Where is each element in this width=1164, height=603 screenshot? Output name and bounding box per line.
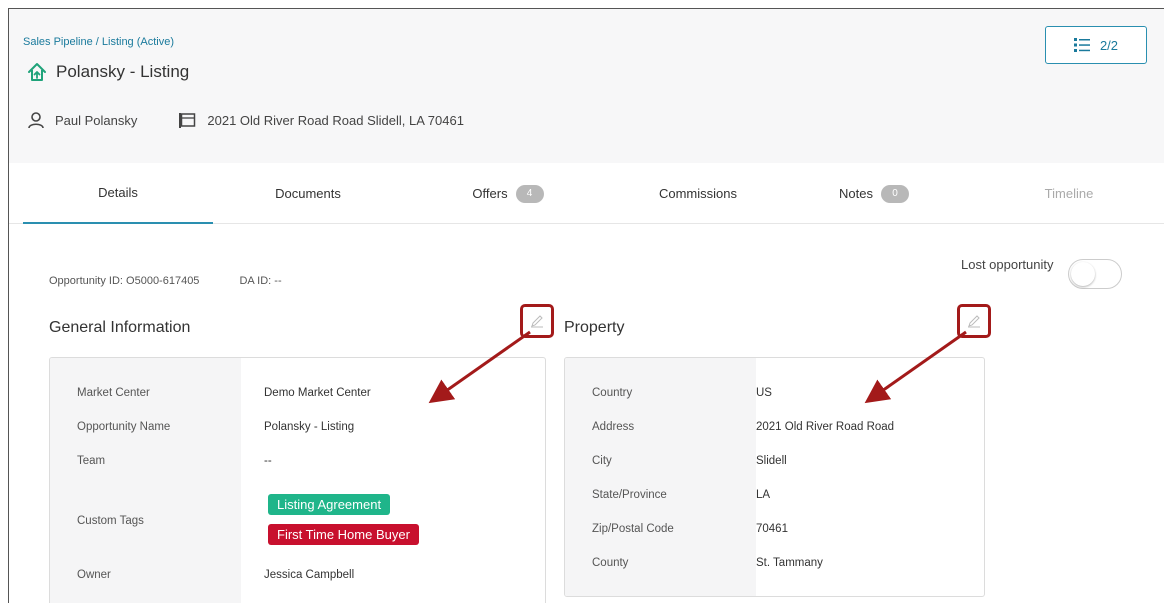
label-county: County xyxy=(592,557,629,569)
list-icon xyxy=(1073,38,1090,52)
tab-label: Details xyxy=(98,185,138,200)
contact[interactable]: Paul Polansky xyxy=(27,111,137,129)
tab-commissions[interactable]: Commissions xyxy=(603,163,793,224)
id-row: Opportunity ID: O5000-617405 DA ID: -- xyxy=(49,275,282,287)
address-text: 2021 Old River Road Road Slidell, LA 704… xyxy=(207,112,464,128)
value-market-center: Demo Market Center xyxy=(264,387,371,399)
da-id: DA ID: -- xyxy=(239,275,282,287)
pager-button[interactable]: 2/2 xyxy=(1045,26,1147,64)
app-frame: Sales Pipeline / Listing (Active) Polans… xyxy=(8,8,1164,603)
label-address: Address xyxy=(592,421,635,433)
contact-name: Paul Polansky xyxy=(55,112,138,128)
label-opportunity-name: Opportunity Name xyxy=(77,421,171,433)
value-opportunity-name: Polansky - Listing xyxy=(264,421,355,433)
opportunity-id: Opportunity ID: O5000-617405 xyxy=(49,275,200,287)
toggle-knob xyxy=(1070,262,1095,286)
property-card: Country Address City State/Province Zip/… xyxy=(564,357,985,597)
value-owner: Jessica Campbell xyxy=(264,569,355,581)
tab-label: Notes xyxy=(839,186,873,201)
tab-bar: Details Documents Offers 4 Commissions N… xyxy=(9,163,1164,224)
tab-timeline[interactable]: Timeline xyxy=(974,163,1164,224)
value-state: LA xyxy=(756,489,771,501)
tag-listing-agreement[interactable]: Listing Agreement xyxy=(268,494,391,515)
label-country: Country xyxy=(592,387,633,399)
label-state: State/Province xyxy=(592,489,667,501)
general-information-title: General Information xyxy=(49,319,191,336)
tab-offers[interactable]: Offers 4 xyxy=(413,163,603,224)
tab-documents[interactable]: Documents xyxy=(213,163,403,224)
offers-count-badge: 4 xyxy=(515,184,544,203)
tab-label: Commissions xyxy=(658,186,737,201)
value-country: US xyxy=(756,387,772,399)
value-team: -- xyxy=(264,455,272,467)
property-title: Property xyxy=(564,319,625,336)
notes-count-badge: 0 xyxy=(880,184,909,203)
pencil-icon xyxy=(968,315,980,328)
lost-opportunity: Lost opportunity xyxy=(961,257,1122,289)
general-edit-button[interactable] xyxy=(520,304,554,338)
person-icon xyxy=(28,112,44,129)
pager-label: 2/2 xyxy=(1099,37,1119,53)
value-address: 2021 Old River Road Road xyxy=(756,421,895,433)
label-owner: Owner xyxy=(77,569,111,581)
page-title: Polansky - Listing xyxy=(56,62,190,81)
meta-row: Paul Polansky 2021 Old River Road Road S… xyxy=(27,111,464,129)
value-city: Slidell xyxy=(756,455,787,467)
label-city: City xyxy=(592,455,612,467)
pencil-icon xyxy=(531,315,543,328)
tab-label: Timeline xyxy=(1044,186,1094,201)
lost-opportunity-label: Lost opportunity xyxy=(961,257,1054,272)
value-county: St. Tammany xyxy=(756,557,823,569)
tab-notes[interactable]: Notes 0 xyxy=(779,163,969,224)
general-information-card: Market Center Opportunity Name Team Cust… xyxy=(49,357,546,603)
title-row: Polansky - Listing xyxy=(27,62,189,82)
lost-opportunity-toggle[interactable] xyxy=(1067,259,1122,289)
tab-label: Offers xyxy=(472,186,508,201)
property-edit-button[interactable] xyxy=(957,304,991,338)
tab-details[interactable]: Details xyxy=(23,163,213,224)
house-icon xyxy=(28,63,46,81)
label-custom-tags: Custom Tags xyxy=(77,515,144,527)
address: 2021 Old River Road Road Slidell, LA 704… xyxy=(179,112,464,128)
tab-label: Documents xyxy=(275,186,341,201)
tag-first-time-home-buyer[interactable]: First Time Home Buyer xyxy=(268,524,419,545)
page-header: Sales Pipeline / Listing (Active) Polans… xyxy=(9,9,1164,163)
label-team: Team xyxy=(77,455,106,467)
property-icon xyxy=(179,113,196,128)
value-zip: 70461 xyxy=(756,523,788,535)
details-content: Opportunity ID: O5000-617405 DA ID: -- L… xyxy=(9,224,1164,603)
label-zip: Zip/Postal Code xyxy=(592,523,674,535)
label-market-center: Market Center xyxy=(77,387,150,399)
breadcrumb[interactable]: Sales Pipeline / Listing (Active) xyxy=(23,36,174,48)
